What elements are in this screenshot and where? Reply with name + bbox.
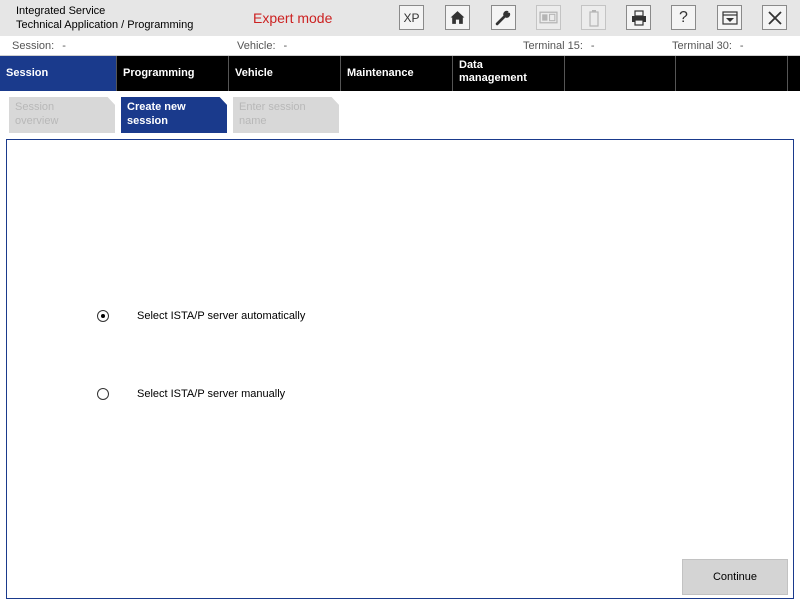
subtab-create-new-session[interactable]: Create new session — [121, 97, 227, 133]
terminal30-label: Terminal 30: — [672, 40, 732, 52]
subtab-enter-session-name-line2: name — [239, 115, 267, 127]
xp-icon: XP — [403, 10, 420, 25]
content-panel: Select ISTA/P server automatically Selec… — [6, 139, 794, 599]
close-button[interactable] — [762, 5, 787, 30]
wrench-icon — [495, 9, 512, 26]
xp-button[interactable]: XP — [399, 5, 424, 30]
terminal15-value: - — [590, 40, 595, 52]
subtab-enter-session-name-line1: Enter session — [239, 101, 306, 113]
radio-manual-server[interactable] — [97, 388, 109, 400]
service-button[interactable] — [491, 5, 516, 30]
minimize-button[interactable] — [717, 5, 742, 30]
app-header: Integrated Service Technical Application… — [0, 0, 800, 36]
subtab-create-new-session-line2: session — [127, 115, 168, 127]
battery-icon — [588, 9, 599, 27]
terminal30-value: - — [739, 40, 744, 52]
tab-session-label: Session — [6, 67, 49, 79]
app-title: Integrated Service Technical Application… — [16, 4, 193, 32]
vehicle-status: Vehicle: - — [237, 40, 287, 52]
session-status: Session: - — [12, 40, 66, 52]
battery-button[interactable] — [581, 5, 606, 30]
session-value: - — [62, 40, 66, 52]
printer-icon — [631, 9, 646, 26]
app-title-line2: Technical Application / Programming — [16, 19, 194, 31]
print-button[interactable] — [626, 5, 651, 30]
tab-maintenance[interactable]: Maintenance — [341, 56, 453, 91]
tab-vehicle[interactable]: Vehicle — [229, 56, 341, 91]
option-manual-server-label: Select ISTA/P server manually — [137, 388, 286, 400]
terminal15-status: Terminal 15: - — [523, 40, 595, 52]
subtab-create-new-session-line1: Create new — [127, 101, 186, 113]
terminal15-label: Terminal 15: — [523, 40, 583, 52]
option-auto-server-label: Select ISTA/P server automatically — [137, 310, 306, 322]
help-icon: ? — [679, 8, 688, 26]
tab-data-management[interactable]: Data management — [453, 56, 565, 91]
app-title-line1: Integrated Service — [16, 5, 106, 17]
option-auto-server[interactable]: Select ISTA/P server automatically — [97, 310, 305, 322]
close-icon — [767, 10, 782, 25]
terminal30-status: Terminal 30: - — [672, 40, 744, 52]
home-button[interactable] — [445, 5, 470, 30]
tab-empty-2 — [676, 56, 788, 91]
status-bar: Session: - Vehicle: - Terminal 15: - Termin… — [0, 36, 800, 56]
tab-empty-1 — [565, 56, 676, 91]
id-card-icon — [539, 11, 558, 24]
vehicle-id-button[interactable] — [536, 5, 561, 30]
minimize-icon — [721, 10, 738, 25]
tab-maintenance-label: Maintenance — [347, 67, 414, 79]
tab-programming[interactable]: Programming — [117, 56, 229, 91]
tab-vehicle-label: Vehicle — [235, 67, 273, 79]
tab-session[interactable]: Session — [0, 56, 117, 91]
vehicle-label: Vehicle: — [237, 40, 276, 52]
subtab-session-overview-line2: overview — [15, 115, 59, 127]
expert-mode-label: Expert mode — [253, 10, 333, 26]
tab-data-management-line1: Data — [459, 59, 483, 71]
main-nav: Session Programming Vehicle Maintenance … — [0, 56, 800, 91]
option-manual-server[interactable]: Select ISTA/P server manually — [97, 388, 285, 400]
radio-auto-server[interactable] — [97, 310, 109, 322]
vehicle-value: - — [283, 40, 288, 52]
subtab-enter-session-name[interactable]: Enter session name — [233, 97, 339, 133]
tab-empty-3 — [788, 56, 800, 91]
session-label: Session: — [12, 40, 55, 52]
home-icon — [450, 11, 465, 24]
subtab-session-overview[interactable]: Session overview — [9, 97, 115, 133]
help-button[interactable]: ? — [671, 5, 696, 30]
subtab-session-overview-line1: Session — [15, 101, 55, 113]
tab-data-management-line2: management — [459, 72, 527, 84]
continue-button[interactable]: Continue — [682, 559, 788, 595]
tab-programming-label: Programming — [123, 67, 195, 79]
